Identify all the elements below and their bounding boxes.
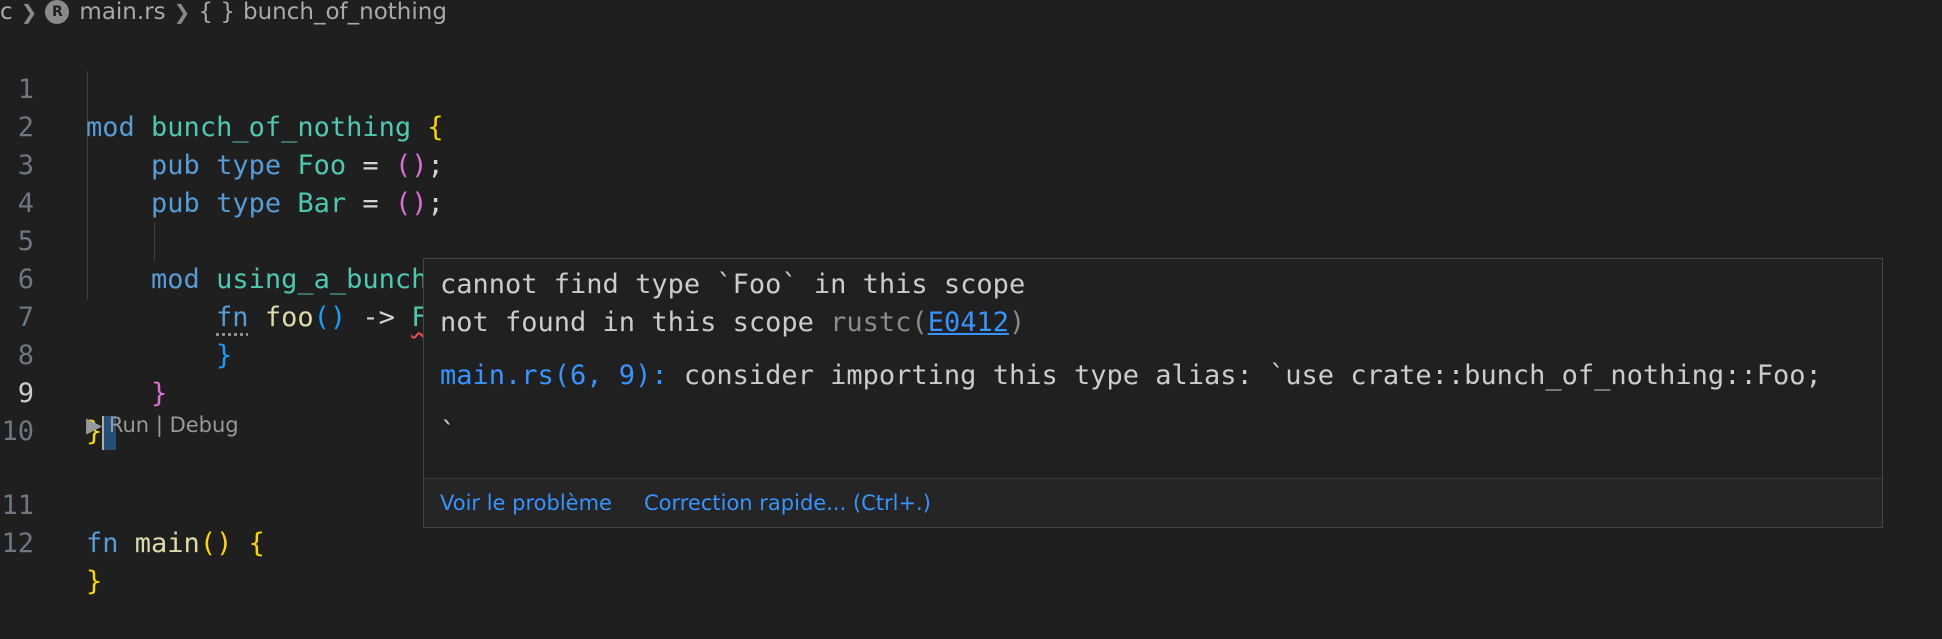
hover-status-bar: Voir le problème Correction rapide... (C… bbox=[424, 478, 1882, 527]
play-icon: ▶ bbox=[86, 413, 103, 437]
error-code-link[interactable]: E0412 bbox=[928, 307, 1009, 338]
code-line[interactable]: 4 bbox=[0, 147, 65, 219]
view-problem-button[interactable]: Voir le problème bbox=[440, 491, 612, 515]
code-line[interactable]: 7 } bbox=[0, 261, 233, 371]
breadcrumb-symbol[interactable]: bunch_of_nothing bbox=[243, 0, 447, 25]
quick-fix-button[interactable]: Correction rapide... (Ctrl+.) bbox=[644, 491, 931, 515]
braces-icon: { } bbox=[198, 0, 235, 25]
codelens-separator: | bbox=[155, 413, 163, 437]
indent-guide bbox=[154, 223, 155, 261]
code-line[interactable]: 8 } bbox=[0, 299, 168, 409]
codelens-debug[interactable]: Debug bbox=[170, 413, 239, 437]
code-line[interactable]: 5 mod using_a_bunch_of_nothing { bbox=[0, 185, 639, 295]
rust-file-icon: R bbox=[45, 0, 70, 24]
line-number: 12 bbox=[1, 528, 34, 559]
chevron-right-icon: ❯ bbox=[173, 0, 191, 24]
code-line[interactable]: 11 fn main() { bbox=[0, 449, 264, 559]
code-line[interactable]: 3 pub type Bar = (); bbox=[0, 109, 444, 219]
breadcrumb: c ❯ R main.rs ❯ { } bunch_of_nothing bbox=[0, 0, 447, 25]
error-message: cannot find type `Foo` in this scope bbox=[440, 269, 1026, 300]
code-line[interactable]: 1 mod bunch_of_nothing { bbox=[0, 33, 444, 143]
line-number: 10 bbox=[1, 416, 34, 447]
breadcrumb-folder[interactable]: c bbox=[0, 0, 13, 25]
related-info-continuation: ` bbox=[440, 417, 457, 448]
related-location-link[interactable]: main.rs(6, 9): bbox=[440, 360, 668, 391]
code-line[interactable]: 10 bbox=[0, 375, 65, 447]
error-detail: not found in this scope rustc(E0412) bbox=[440, 307, 1026, 338]
code-line[interactable]: 2 pub type Foo = (); bbox=[0, 71, 444, 181]
codelens: ▶ Run | Debug bbox=[86, 413, 239, 437]
code-line[interactable]: 12 } bbox=[0, 487, 102, 597]
related-info: main.rs(6, 9): consider importing this t… bbox=[440, 360, 1822, 391]
codelens-run[interactable]: Run bbox=[109, 413, 149, 437]
chevron-right-icon: ❯ bbox=[20, 0, 38, 24]
diagnostic-hover: cannot find type `Foo` in this scope not… bbox=[423, 258, 1883, 528]
code-line[interactable]: 9 } bbox=[0, 337, 117, 450]
code-line[interactable]: 6 fn foo() -> Foo { bbox=[0, 223, 493, 333]
breadcrumb-file[interactable]: main.rs bbox=[79, 0, 165, 25]
